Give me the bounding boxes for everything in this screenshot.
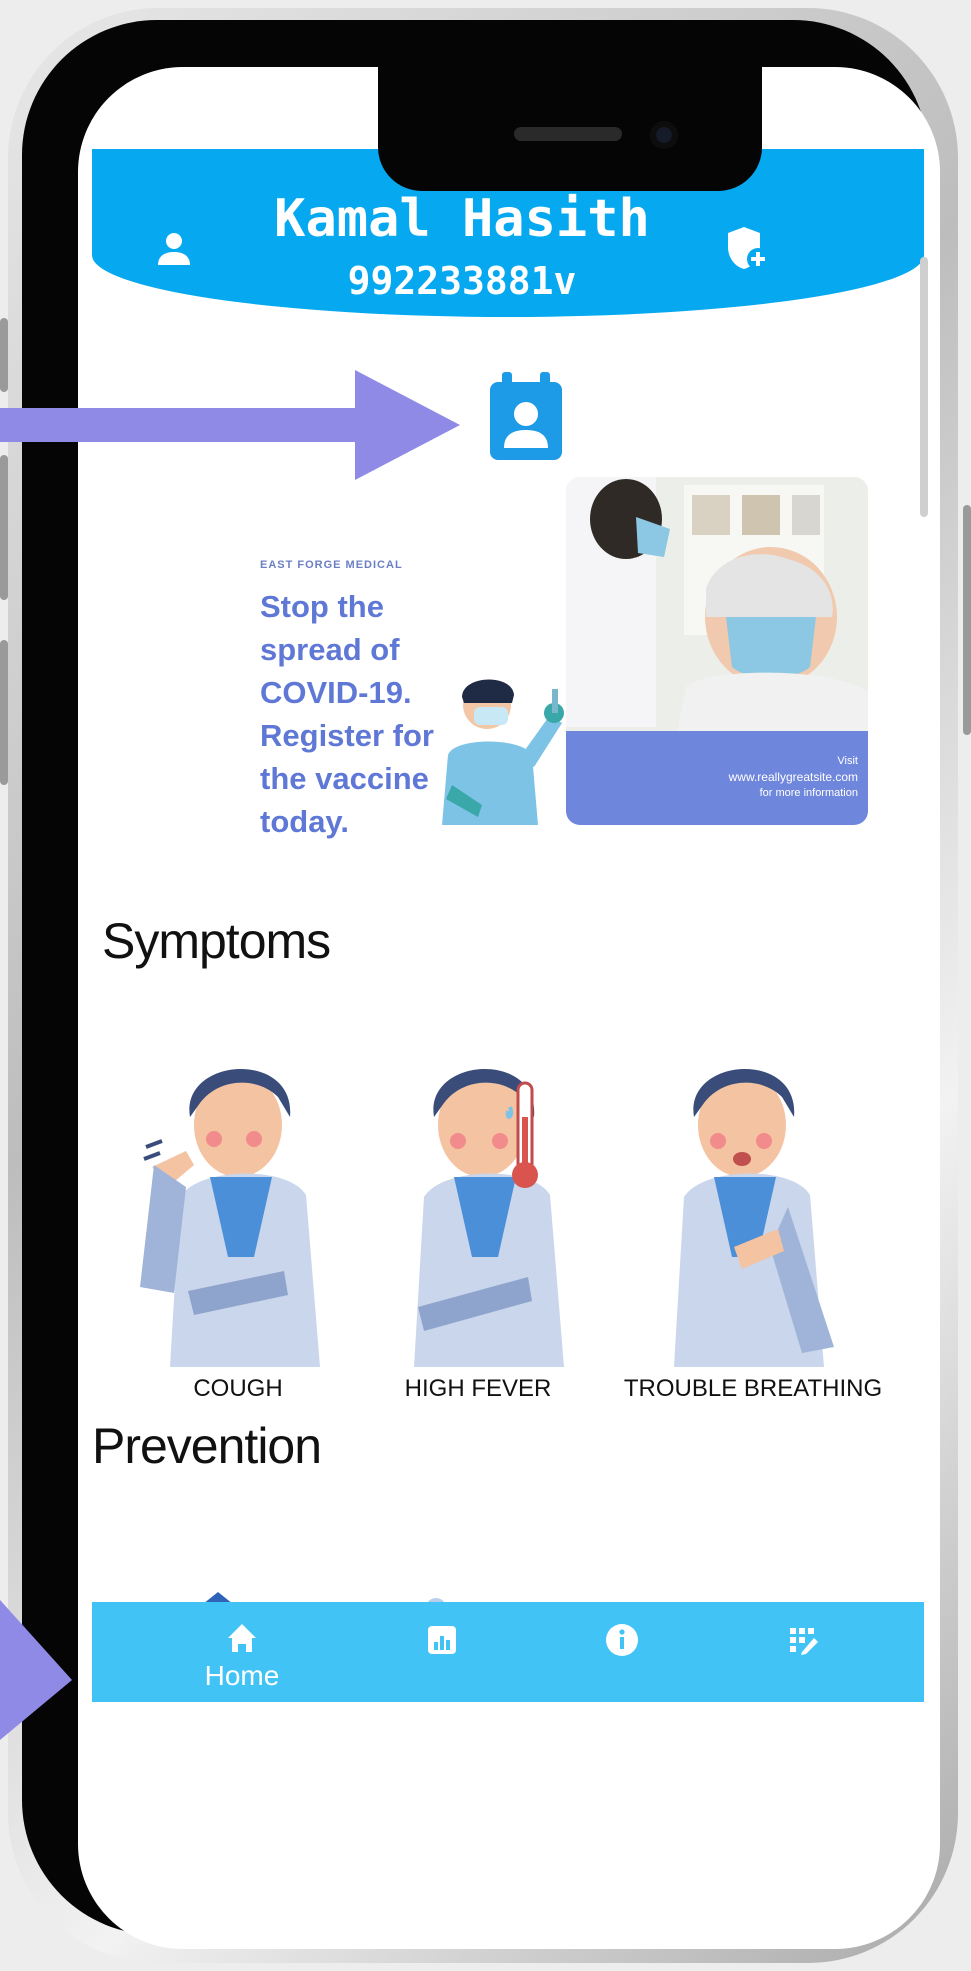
- vaccine-banner[interactable]: EAST FORGE MEDICAL Stop the spread of CO…: [218, 477, 868, 839]
- nav-home[interactable]: Home: [202, 1618, 282, 1691]
- nurse-illustration: [442, 679, 564, 825]
- nav-info[interactable]: [582, 1618, 662, 1688]
- annotation-arrow-nav: [0, 1600, 72, 1740]
- visit-info[interactable]: Visit www.reallygreatsite.com for more i…: [729, 753, 858, 801]
- appointment-calendar-icon[interactable]: [486, 372, 566, 462]
- mute-switch: [0, 640, 8, 785]
- info-icon: [606, 1624, 638, 1656]
- person-icon[interactable]: [154, 229, 194, 269]
- user-id: 992233881v: [347, 259, 577, 303]
- checklist-icon: [790, 1628, 818, 1655]
- earpiece-speaker: [514, 127, 622, 141]
- visit-label: Visit: [837, 755, 858, 767]
- stats-icon: [428, 1626, 456, 1654]
- app-screen: Kamal Hasith 992233881v EAST FORGE MEDIC…: [78, 67, 940, 1949]
- symptom-label-cough: COUGH: [193, 1375, 283, 1402]
- symptom-label-high-fever: HIGH FEVER: [404, 1375, 552, 1402]
- home-icon: [228, 1624, 256, 1652]
- nav-home-label: Home: [204, 1660, 280, 1691]
- breathing-icon: [674, 1068, 834, 1367]
- user-name: Kamal Hasith: [274, 189, 650, 249]
- power-button: [963, 505, 971, 735]
- prevention-title: Prevention: [92, 1418, 322, 1474]
- notch: [378, 67, 762, 191]
- front-camera: [650, 121, 678, 149]
- annotation-arrow-calendar: [0, 370, 460, 480]
- shield-plus-icon[interactable]: [724, 225, 770, 271]
- website-link[interactable]: www.reallygreatsite.com: [729, 769, 858, 785]
- more-info-text: for more information: [759, 787, 858, 799]
- fever-icon: [414, 1068, 564, 1367]
- symptoms-title: Symptoms: [102, 913, 331, 969]
- bottom-navigation: Home: [92, 1602, 924, 1702]
- banner-organization: EAST FORGE MEDICAL: [260, 559, 403, 571]
- banner-photo: Visit www.reallygreatsite.com for more i…: [566, 477, 868, 825]
- phone-bezel: Kamal Hasith 992233881v EAST FORGE MEDIC…: [22, 20, 940, 1949]
- cough-icon: [140, 1068, 320, 1367]
- nav-stats[interactable]: [402, 1618, 482, 1688]
- scrollbar[interactable]: [920, 257, 928, 517]
- symptom-label-trouble-breathing: TROUBLE BREATHING: [623, 1375, 883, 1402]
- nav-checklist[interactable]: [762, 1618, 842, 1688]
- visit-box: Visit www.reallygreatsite.com for more i…: [566, 731, 868, 825]
